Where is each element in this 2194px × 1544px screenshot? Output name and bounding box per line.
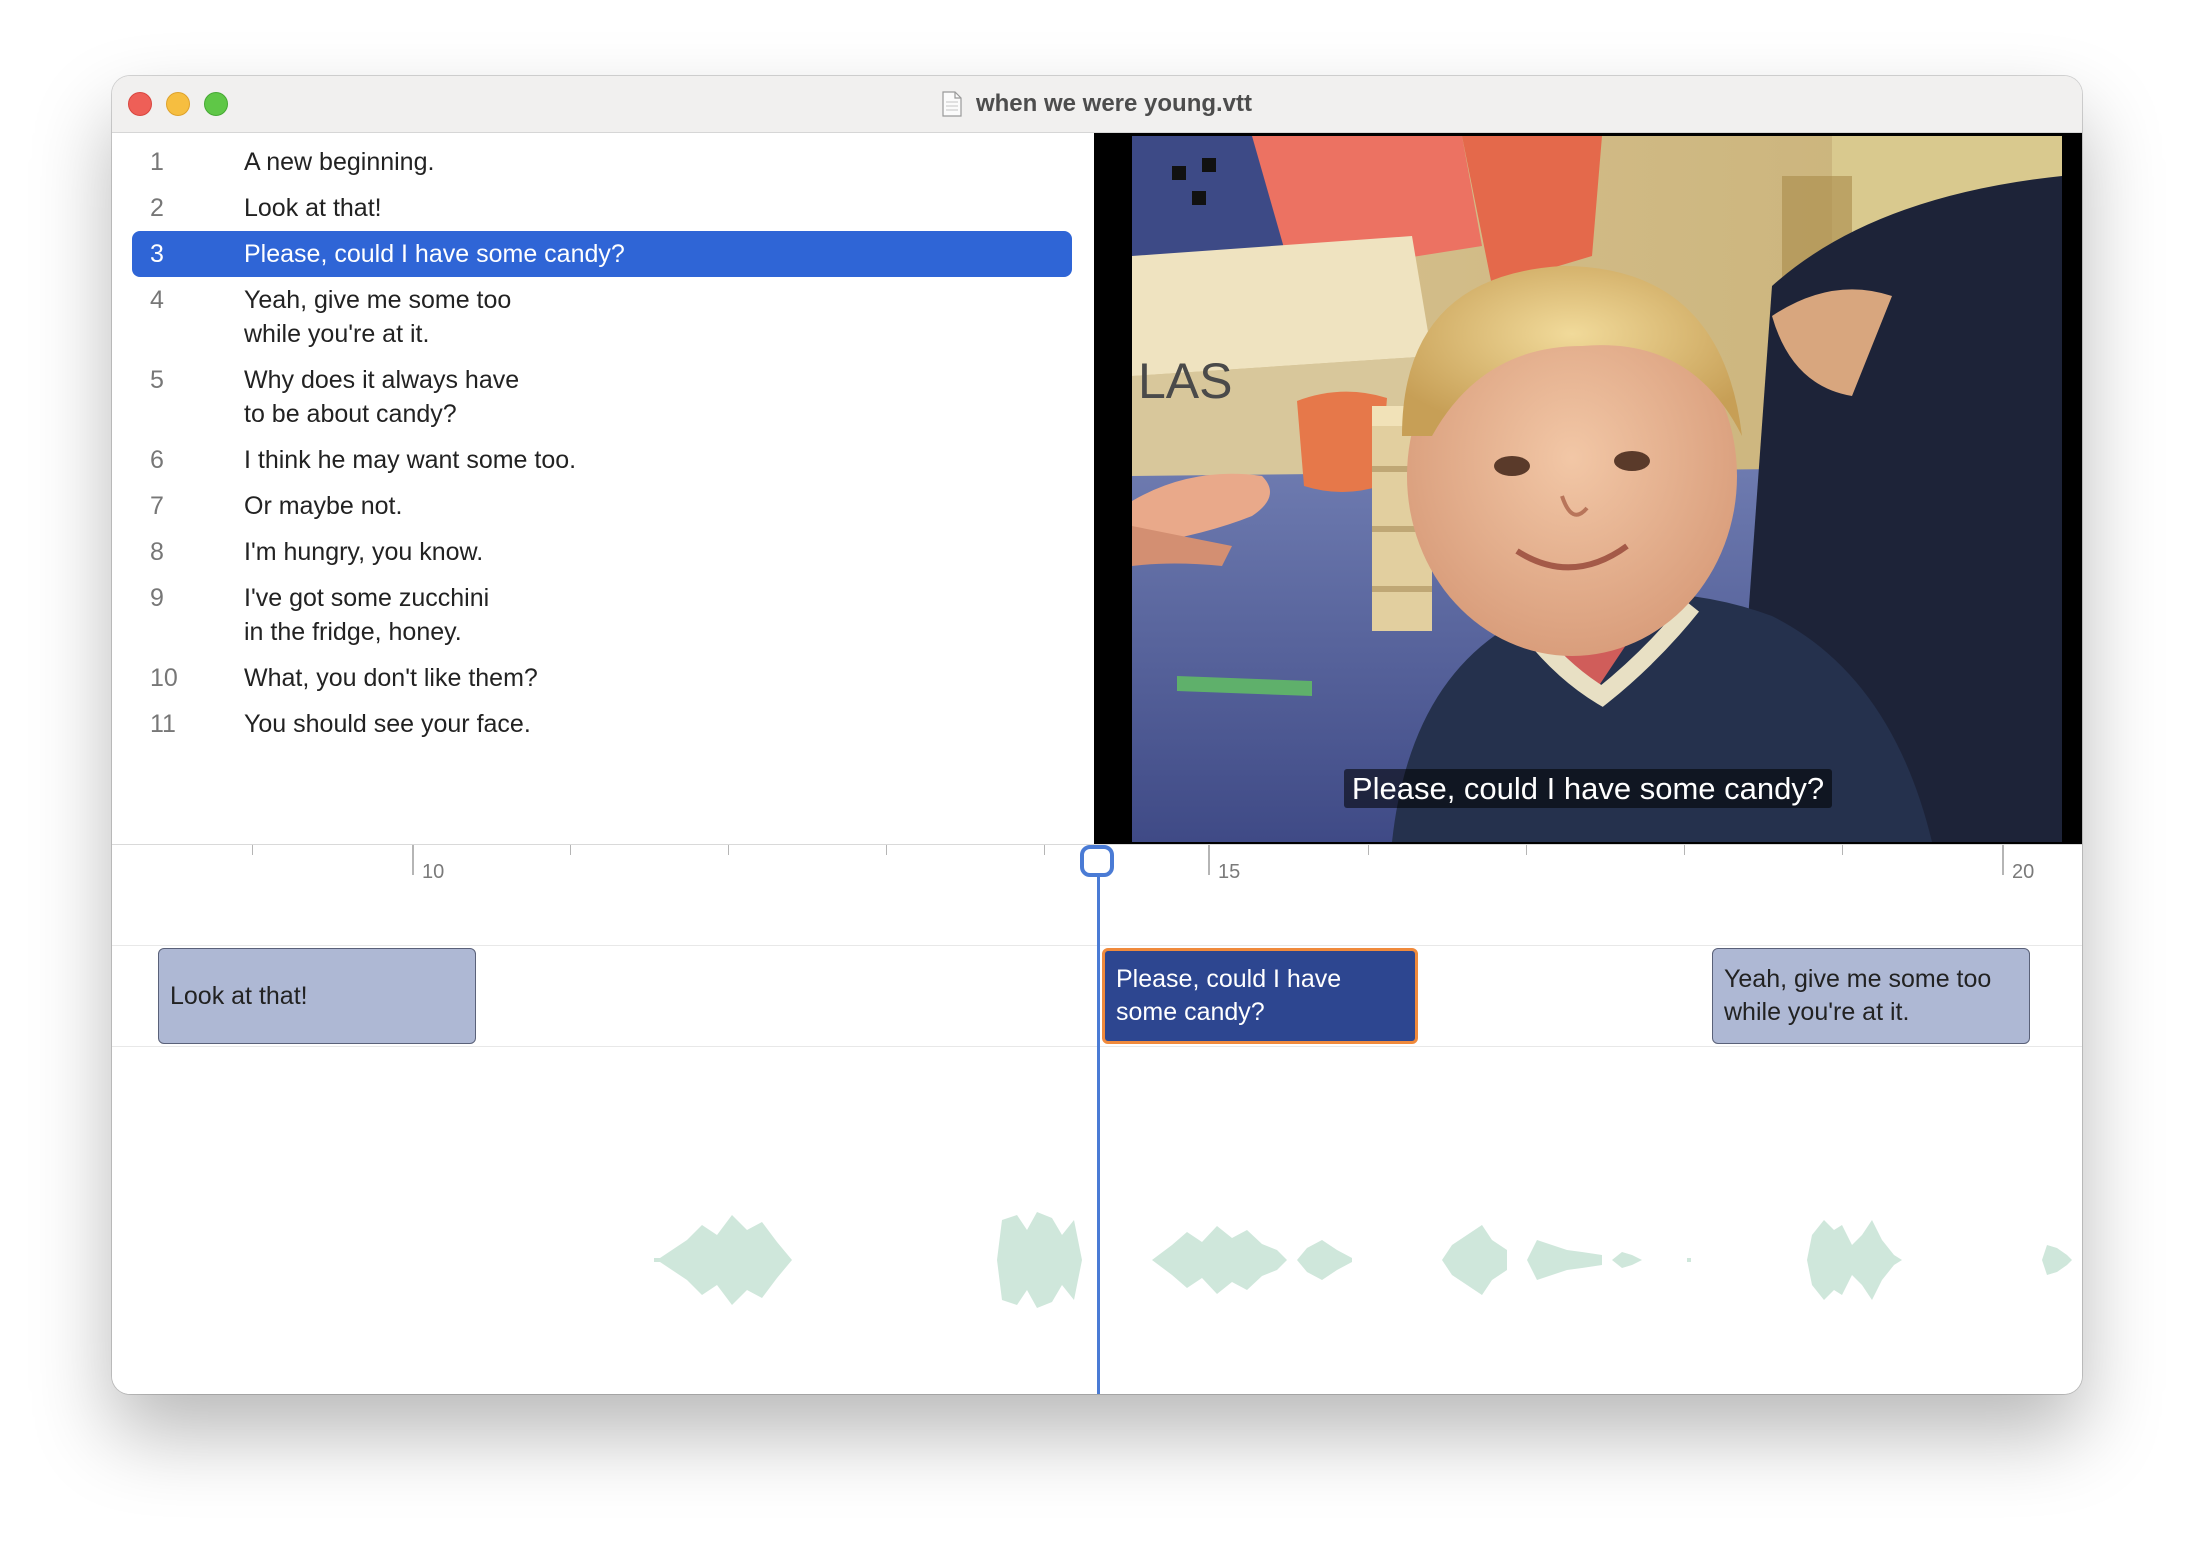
ruler-tick-major	[2002, 845, 2004, 875]
subtitle-text: I've got some zucchini in the fridge, ho…	[244, 584, 490, 646]
ruler-tick	[570, 845, 571, 855]
subtitle-row[interactable]: 1 A new beginning.	[132, 145, 1072, 179]
timeline-cue-active[interactable]: Please, could I have some candy?	[1102, 948, 1418, 1044]
ruler-label: 10	[422, 861, 445, 883]
window-title: when we were young.vtt	[975, 90, 1253, 117]
subtitle-text: Why does it always have to be about cand…	[244, 366, 520, 428]
subtitle-text: Please, could I have some candy?	[244, 240, 625, 268]
svg-text:LAS: LAS	[1138, 353, 1233, 409]
video-caption-overlay: Please, could I have some candy?	[1094, 769, 2082, 808]
ruler-tick	[252, 845, 253, 855]
timeline-cue[interactable]: Yeah, give me some too while you're at i…	[1712, 948, 2030, 1044]
ruler-tick	[886, 845, 887, 855]
subtitle-index: 1	[150, 148, 164, 176]
ruler-tick	[1368, 845, 1369, 855]
subtitle-list: 1 A new beginning. 2 Look at that! 3 Ple…	[112, 133, 1094, 844]
ruler-tick	[728, 845, 729, 855]
subtitle-index: 5	[150, 366, 164, 394]
timeline[interactable]: 10 15 20 Look at that! Please, could I h…	[112, 844, 2082, 1394]
subtitle-index: 2	[150, 194, 164, 222]
subtitle-row[interactable]: 5 Why does it always have to be about ca…	[132, 363, 1072, 431]
subtitle-text: You should see your face.	[244, 710, 531, 738]
subtitle-text: Look at that!	[244, 194, 382, 222]
video-still-image: LAS	[1132, 136, 2062, 842]
ruler-label: 15	[1218, 861, 1241, 883]
ruler-tick	[1684, 845, 1685, 855]
subtitle-row[interactable]: 2 Look at that!	[132, 191, 1072, 225]
subtitle-text: I'm hungry, you know.	[244, 538, 484, 566]
subtitle-text: Yeah, give me some too while you're at i…	[244, 286, 512, 348]
subtitle-row[interactable]: 10 What, you don't like them?	[132, 661, 1072, 695]
subtitle-row[interactable]: 9 I've got some zucchini in the fridge, …	[132, 581, 1072, 649]
timeline-cue[interactable]: Look at that!	[158, 948, 476, 1044]
ruler-tick	[1526, 845, 1527, 855]
subtitle-index: 6	[150, 446, 164, 474]
playhead-handle[interactable]	[1080, 845, 1114, 877]
subtitle-row[interactable]: 8 I'm hungry, you know.	[132, 535, 1072, 569]
video-caption-text: Please, could I have some candy?	[1343, 769, 1833, 808]
title-bar: when we were young.vtt	[112, 76, 2082, 133]
subtitle-index: 4	[150, 286, 164, 314]
ruler-label: 20	[2012, 861, 2035, 883]
subtitle-index: 3	[150, 240, 164, 268]
subtitle-text: Or maybe not.	[244, 492, 403, 520]
ruler-tick-major	[412, 845, 414, 875]
document-icon	[942, 91, 962, 117]
subtitle-row[interactable]: 4 Yeah, give me some too while you're at…	[132, 283, 1072, 351]
subtitle-row[interactable]: 7 Or maybe not.	[132, 489, 1072, 523]
subtitle-text: I think he may want some too.	[244, 446, 577, 474]
video-player[interactable]: LAS Please, could I have some candy?	[1094, 133, 2082, 844]
playhead-line[interactable]	[1097, 859, 1100, 1394]
subtitle-row[interactable]: 3 Please, could I have some candy?	[132, 237, 1072, 271]
subtitle-row[interactable]: 6 I think he may want some too.	[132, 443, 1072, 477]
subtitle-index: 10	[150, 664, 178, 692]
video-frame: LAS	[1132, 136, 2062, 842]
subtitle-text: A new beginning.	[244, 148, 435, 176]
ruler-tick-major	[1208, 845, 1210, 875]
subtitle-index: 9	[150, 584, 164, 612]
app-window: when we were young.vtt 1 A new beginning…	[112, 76, 2082, 1394]
subtitle-text: What, you don't like them?	[244, 664, 538, 692]
ruler-tick	[1842, 845, 1843, 855]
window-title-area: when we were young.vtt	[112, 76, 2082, 132]
subtitle-row[interactable]: 11 You should see your face.	[132, 707, 1072, 741]
subtitle-index: 7	[150, 492, 164, 520]
ruler-tick	[1044, 845, 1045, 855]
subtitle-index: 11	[150, 710, 176, 738]
subtitle-index: 8	[150, 538, 164, 566]
